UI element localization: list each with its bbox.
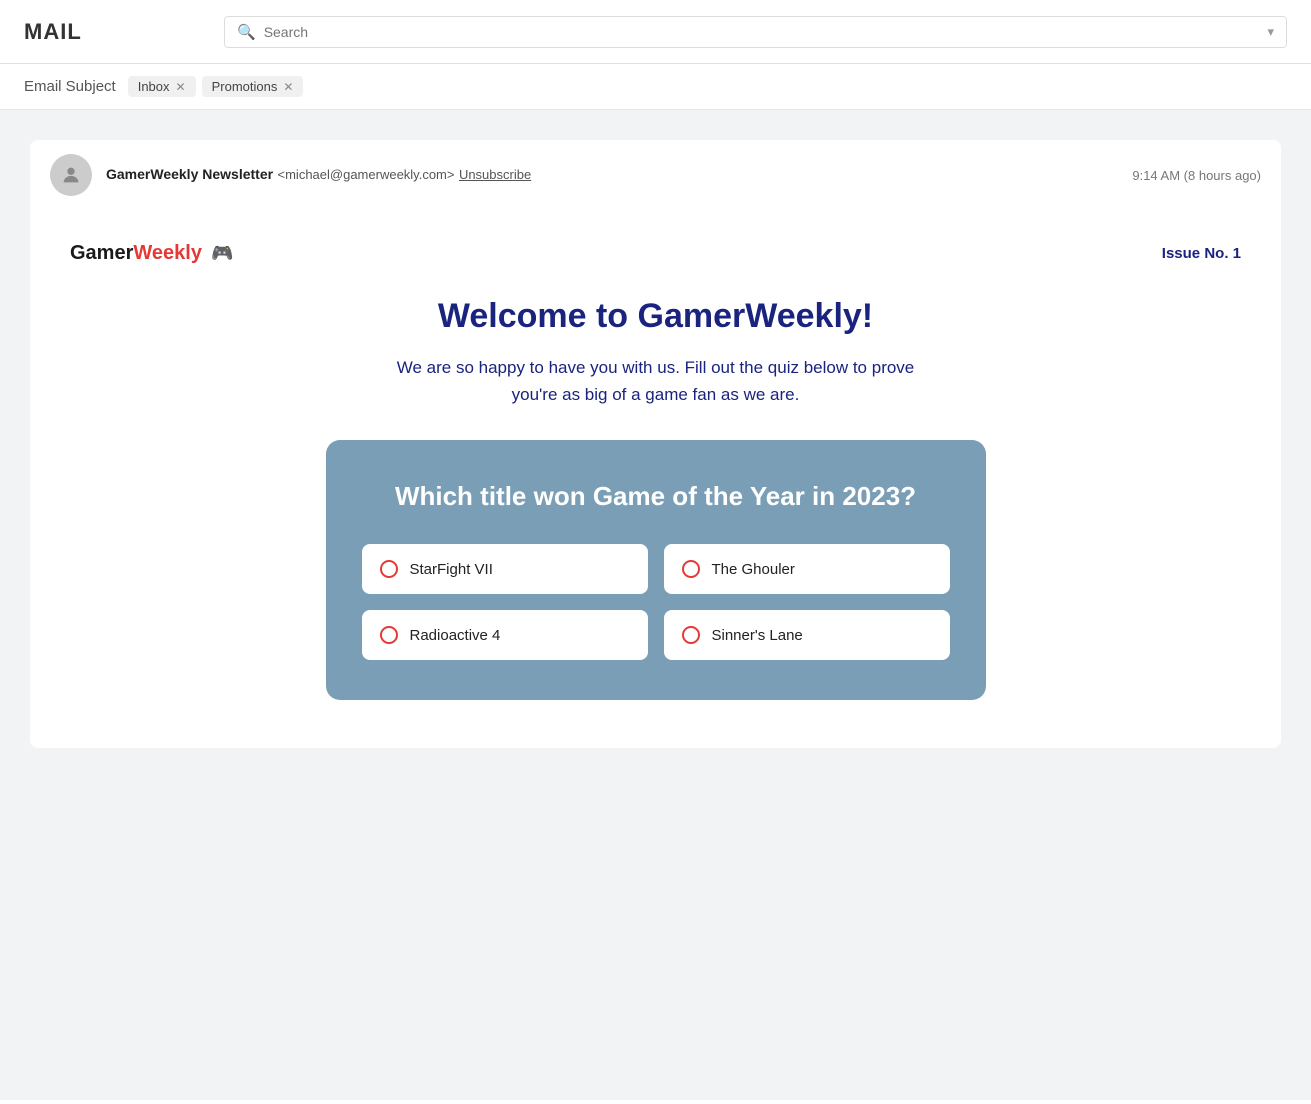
sender-row: GamerWeekly Newsletter <michael@gamerwee…	[30, 140, 1281, 210]
email-body-card: GamerWeekly Newsletter <michael@gamerwee…	[30, 140, 1281, 748]
radio-circle-c	[380, 626, 398, 644]
email-subject-label: Email Subject	[24, 78, 116, 95]
quiz-option-c[interactable]: Radioactive 4	[362, 610, 648, 660]
sender-email: <michael@gamerweekly.com>	[278, 167, 455, 182]
quiz-option-b[interactable]: The Ghouler	[664, 544, 950, 594]
avatar	[50, 154, 92, 196]
search-icon: 🔍	[237, 23, 256, 41]
tab-promotions[interactable]: Promotions ✕	[202, 76, 304, 97]
welcome-title: Welcome to GamerWeekly!	[70, 297, 1241, 336]
quiz-card: Which title won Game of the Year in 2023…	[326, 440, 986, 700]
sender-info: GamerWeekly Newsletter <michael@gamerwee…	[50, 154, 531, 196]
app-logo: MAIL	[24, 19, 224, 45]
radio-circle-d	[682, 626, 700, 644]
brand-name-black: Gamer	[70, 242, 133, 264]
issue-label: Issue No. 1	[1162, 245, 1241, 262]
tab-inbox-label: Inbox	[138, 79, 170, 94]
tab-promotions-close-icon[interactable]: ✕	[283, 81, 293, 93]
radio-circle-b	[682, 560, 700, 578]
quiz-option-c-label: Radioactive 4	[410, 627, 501, 644]
quiz-option-b-label: The Ghouler	[712, 561, 795, 578]
user-avatar-icon	[60, 164, 82, 186]
sender-details: GamerWeekly Newsletter <michael@gamerwee…	[106, 166, 531, 184]
quiz-option-d[interactable]: Sinner's Lane	[664, 610, 950, 660]
quiz-option-a-label: StarFight VII	[410, 561, 493, 578]
search-input[interactable]	[264, 24, 1260, 40]
unsubscribe-link[interactable]: Unsubscribe	[459, 167, 531, 182]
welcome-section: Welcome to GamerWeekly! We are so happy …	[70, 297, 1241, 408]
app-header: MAIL 🔍 ▾	[0, 0, 1311, 64]
welcome-body: We are so happy to have you with us. Fil…	[396, 354, 916, 408]
email-timestamp: 9:14 AM (8 hours ago)	[1132, 168, 1261, 183]
tab-promotions-label: Promotions	[212, 79, 278, 94]
tab-inbox[interactable]: Inbox ✕	[128, 76, 196, 97]
newsletter-body: GamerWeekly 🎮 Issue No. 1 Welcome to Gam…	[30, 210, 1281, 748]
search-dropdown-arrow-icon[interactable]: ▾	[1267, 24, 1274, 40]
quiz-options: StarFight VII The Ghouler Radioactive 4 …	[362, 544, 950, 660]
search-bar: 🔍 ▾	[224, 16, 1287, 48]
email-content-area: GamerWeekly Newsletter <michael@gamerwee…	[0, 110, 1311, 1100]
brand-logo: GamerWeekly 🎮	[70, 242, 233, 265]
radio-circle-a	[380, 560, 398, 578]
sender-name: GamerWeekly Newsletter	[106, 166, 273, 182]
tab-inbox-close-icon[interactable]: ✕	[176, 81, 186, 93]
controller-icon: 🎮	[206, 243, 233, 263]
newsletter-header: GamerWeekly 🎮 Issue No. 1	[70, 242, 1241, 265]
quiz-question: Which title won Game of the Year in 2023…	[362, 480, 950, 514]
quiz-option-d-label: Sinner's Lane	[712, 627, 803, 644]
brand-name-red: Weekly	[133, 242, 202, 264]
email-subject-bar: Email Subject Inbox ✕ Promotions ✕	[0, 64, 1311, 110]
quiz-option-a[interactable]: StarFight VII	[362, 544, 648, 594]
